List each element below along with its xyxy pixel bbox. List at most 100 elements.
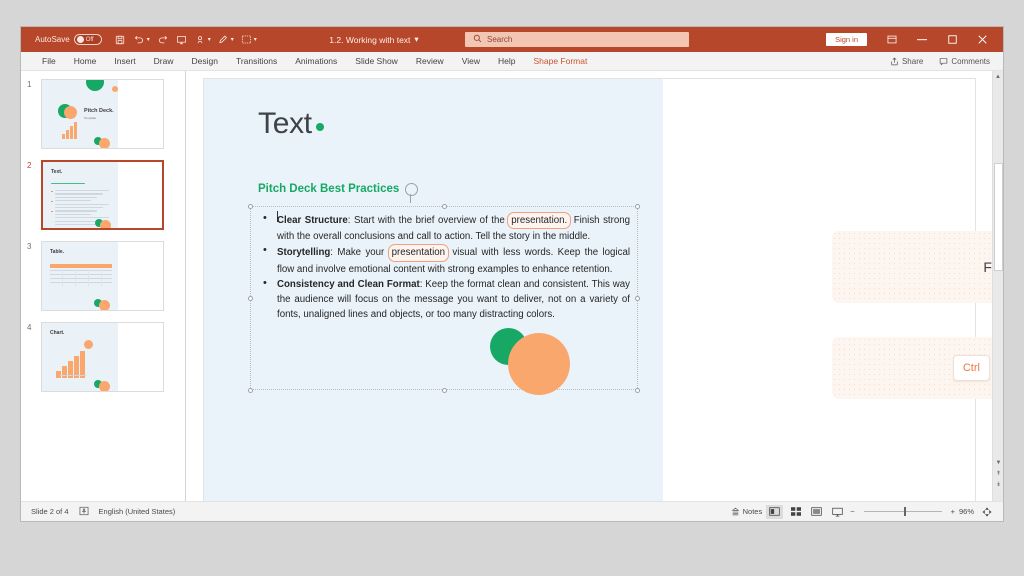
view-slide-sorter-button[interactable] (787, 505, 804, 519)
scroll-down-icon[interactable]: ▼ (993, 457, 1003, 468)
key-ctrl: Ctrl (952, 355, 990, 381)
accessibility-icon[interactable] (79, 503, 89, 521)
bullet-item: Storytelling: Make your presentation vis… (258, 243, 630, 276)
search-match-highlight: presentation. (507, 212, 572, 230)
resize-handle-tc[interactable] (442, 204, 447, 209)
slide-heading[interactable]: Pitch Deck Best Practices (258, 183, 399, 195)
ribbon-display-options-icon[interactable] (877, 27, 907, 52)
slide-surface[interactable]: Text Pitch Deck Best Practices Clear Str… (204, 79, 992, 501)
maximize-icon[interactable] (937, 27, 967, 52)
undo-icon[interactable] (131, 30, 148, 49)
fit-to-window-icon[interactable] (978, 505, 995, 519)
title-dot-icon (315, 123, 324, 131)
tab-design[interactable]: Design (183, 52, 227, 71)
thumbnail-number: 3 (27, 242, 32, 251)
tab-file[interactable]: File (33, 52, 65, 71)
slide-thumbnail-panel[interactable]: 1 Pitch Deck. Template 2 Text. 3 Table. 4 Chart. (21, 71, 186, 501)
thumbnail-slide-3[interactable]: Table. (41, 241, 164, 311)
resize-handle-ml[interactable] (248, 296, 253, 301)
tab-draw[interactable]: Draw (145, 52, 183, 71)
view-slide-show-button[interactable] (829, 505, 846, 519)
thumbnail-row[interactable]: 3 Table. (21, 241, 185, 311)
undo-dropdown-icon[interactable]: ▾ (147, 36, 150, 43)
content-textbox[interactable]: Clear Structure: Start with the brief ov… (248, 204, 640, 393)
scroll-up-icon[interactable]: ▲ (993, 71, 1004, 82)
ribbon-tab-bar: File Home Insert Draw Design Transitions Anima… (21, 52, 1003, 71)
tab-slide-show[interactable]: Slide Show (346, 52, 407, 71)
scroll-bottom-group: ▼ ↟ ↡ (993, 457, 1003, 490)
minimize-icon[interactable] (907, 27, 937, 52)
view-normal-button[interactable] (766, 504, 784, 519)
resize-handle-tr[interactable] (635, 204, 640, 209)
zoom-slider-knob[interactable] (903, 507, 907, 516)
tab-review[interactable]: Review (407, 52, 453, 71)
slide-counter[interactable]: Slide 2 of 4 (31, 507, 69, 516)
tab-view[interactable]: View (453, 52, 489, 71)
start-presentation-icon[interactable] (173, 30, 190, 49)
ribbon-right-actions: Share Comments (885, 56, 995, 67)
share-label: Share (901, 56, 924, 66)
resize-handle-tl[interactable] (248, 204, 253, 209)
thumbnail-row[interactable]: 4 Chart. (21, 322, 185, 392)
next-slide-icon[interactable]: ↡ (993, 479, 1003, 490)
notes-button[interactable]: Notes (731, 505, 763, 519)
slide-title[interactable]: Text (258, 107, 324, 141)
autosave-switch[interactable]: Off (73, 34, 102, 45)
document-title-area[interactable]: 1.2. Working with text ▾ (329, 34, 418, 45)
rotation-handle[interactable] (404, 182, 418, 203)
zoom-in-button[interactable]: + (951, 507, 955, 516)
work-area: 1 Pitch Deck. Template 2 Text. 3 Table. 4 Chart.… (21, 71, 1003, 501)
zoom-slider[interactable] (863, 507, 942, 516)
thumbnail-title: Pitch Deck. (84, 108, 114, 114)
resize-handle-bl[interactable] (248, 388, 253, 393)
customize-qat-icon[interactable]: ▾ (254, 36, 257, 43)
share-button[interactable]: Share (885, 56, 928, 67)
thumbnail-slide-4[interactable]: Chart. (41, 322, 164, 392)
redo-icon[interactable] (154, 30, 171, 49)
tab-transitions[interactable]: Transitions (227, 52, 286, 71)
bullet-list-container: Clear Structure: Start with the brief ov… (251, 207, 637, 322)
close-icon[interactable] (967, 27, 997, 52)
comments-button[interactable]: Comments (934, 56, 995, 67)
status-left: Slide 2 of 4 English (United States) (31, 503, 175, 521)
resize-handle-br[interactable] (635, 388, 640, 393)
bullet-lead: Consistency and Clean Format (277, 278, 420, 290)
slide-title-text: Text (258, 107, 312, 140)
slide-canvas[interactable]: Text Pitch Deck Best Practices Clear Str… (186, 71, 992, 501)
thumbnail-number: 2 (27, 161, 32, 170)
zoom-out-button[interactable]: − (850, 507, 854, 516)
vertical-scrollbar[interactable]: ▲ ▼ ↟ ↡ (992, 71, 1003, 501)
resize-handle-bc[interactable] (442, 388, 447, 393)
thumbnail-slide-1[interactable]: Pitch Deck. Template (41, 79, 164, 149)
language-indicator[interactable]: English (United States) (99, 507, 176, 516)
search-match-highlight: presentation (387, 244, 449, 262)
notes-label: Notes (742, 507, 763, 516)
new-slide-icon[interactable] (238, 30, 255, 49)
tab-home[interactable]: Home (65, 52, 106, 71)
autosave-toggle[interactable]: AutoSave Off (35, 34, 102, 45)
thumbnail-row[interactable]: 1 Pitch Deck. Template (21, 79, 185, 149)
decorative-orange-circle (508, 333, 570, 395)
sign-in-button[interactable]: Sign in (826, 33, 867, 46)
touch-mode-dropdown-icon[interactable]: ▾ (208, 36, 211, 43)
tab-shape-format[interactable]: Shape Format (524, 52, 596, 71)
title-bar: AutoSave Off ▾ ▾ ▾ ▾ 1.2. Working with t… (21, 27, 1003, 52)
pen-icon[interactable] (215, 30, 232, 49)
tab-animations[interactable]: Animations (286, 52, 346, 71)
resize-handle-mr[interactable] (635, 296, 640, 301)
previous-slide-icon[interactable]: ↟ (993, 468, 1003, 479)
title-dropdown-icon[interactable]: ▾ (414, 34, 418, 45)
thumbnail-subtitle: Template (84, 116, 97, 120)
thumbnail-row[interactable]: 2 Text. (21, 160, 185, 230)
touch-mode-icon[interactable] (192, 30, 209, 49)
autosave-state: Off (85, 36, 94, 43)
thumbnail-slide-2[interactable]: Text. (41, 160, 164, 230)
zoom-level[interactable]: 96% (959, 507, 974, 516)
pen-dropdown-icon[interactable]: ▾ (231, 36, 234, 43)
tab-help[interactable]: Help (489, 52, 524, 71)
tab-insert[interactable]: Insert (105, 52, 144, 71)
view-reading-button[interactable] (808, 505, 825, 519)
save-icon[interactable] (112, 30, 129, 49)
search-box[interactable]: Search (465, 32, 689, 47)
scrollbar-thumb[interactable] (994, 163, 1003, 271)
